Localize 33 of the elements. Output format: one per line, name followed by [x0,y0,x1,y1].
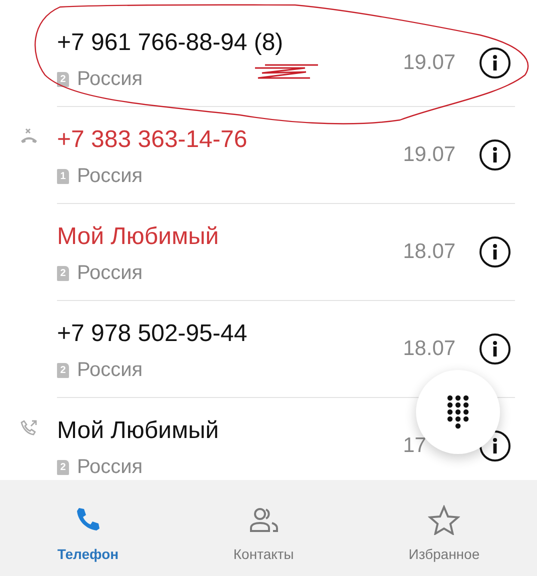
nav-tab[interactable]: Контакты [176,480,352,576]
nav-tab[interactable]: Избранное [351,480,537,576]
nav-tab[interactable]: Телефон [0,480,176,576]
info-icon[interactable] [479,332,511,364]
missed-call-icon [20,128,38,144]
contact-name: Мой Любимый [57,222,220,252]
sim-icon: 2 [57,362,69,378]
call-date: 17 [403,432,428,459]
contact-name: +7 383 363-14-76 [57,125,248,155]
dialpad-icon [447,395,469,429]
location-label: Россия [77,358,143,383]
call-date: 19.07 [403,50,457,76]
info-icon[interactable] [479,236,511,268]
call-date: 18.07 [403,336,457,362]
sim-icon: 2 [57,460,69,474]
call-date: 19.07 [403,142,457,168]
contacts-icon [248,506,280,534]
contact-name: Мой Любимый [57,416,220,446]
contact-name: +7 961 766-88-94 (8) [57,28,284,58]
info-icon[interactable] [479,46,511,78]
info-icon[interactable] [479,138,511,170]
sim-icon: 1 [57,168,69,184]
phone-icon [74,506,102,534]
location-label: Россия [77,261,143,286]
call-date: 18.07 [403,238,457,265]
sim-icon: 2 [57,72,69,86]
contact-name: +7 978 502-95-44 [57,319,248,349]
location-label: Россия [77,67,143,92]
location-label: Россия [77,455,143,480]
sim-icon: 2 [57,266,69,280]
star-icon [428,504,460,534]
location-label: Россия [77,164,143,189]
outgoing-call-icon [20,419,38,437]
